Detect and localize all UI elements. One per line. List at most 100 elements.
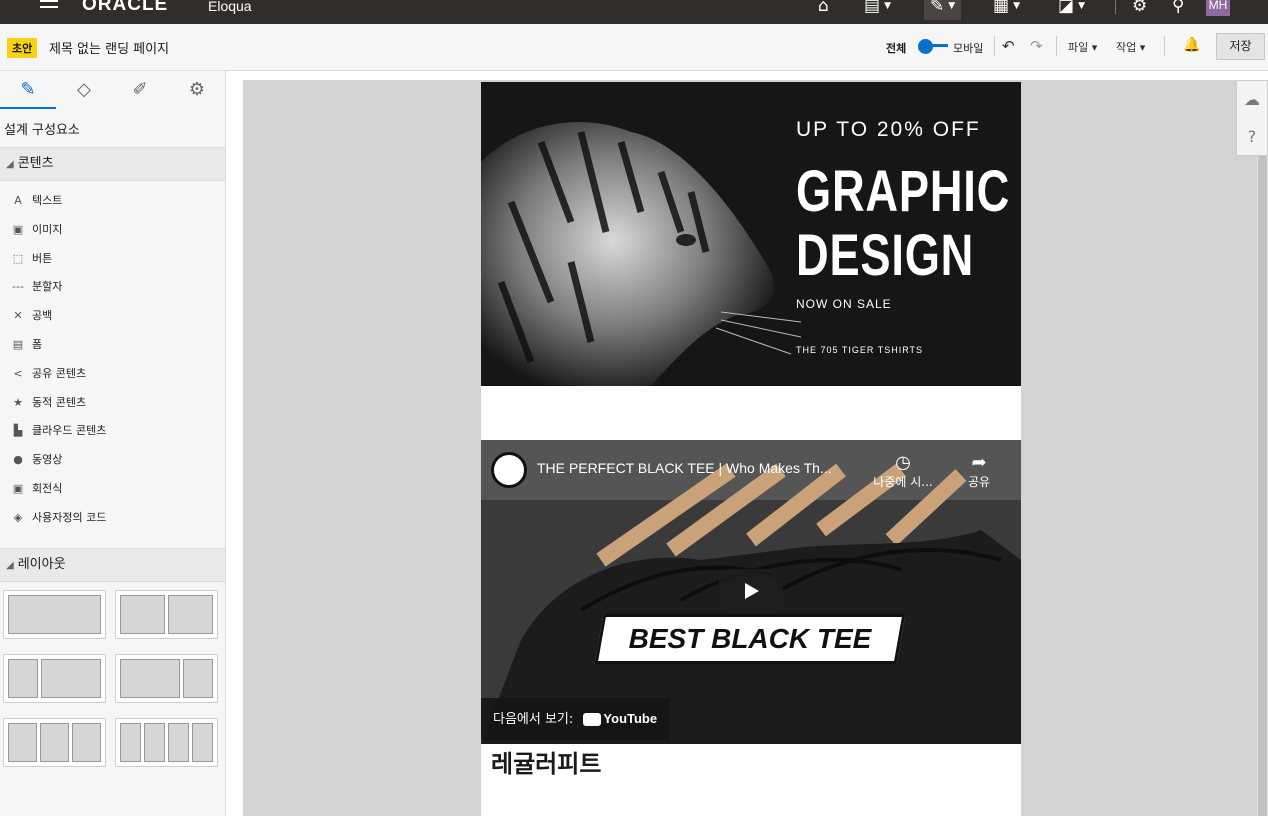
- file-menu-label: 파일: [1068, 41, 1089, 54]
- hero-subline: NOW ON SALE: [796, 297, 892, 311]
- save-button[interactable]: 저장: [1216, 33, 1265, 60]
- component-form[interactable]: ▤ 폼: [10, 335, 42, 355]
- watch-later-button[interactable]: ◷ 나중에 시...: [868, 452, 938, 490]
- home-icon[interactable]: ⌂: [818, 0, 829, 18]
- layout-section-header[interactable]: ◢ 레이아웃: [0, 548, 225, 582]
- layout-cell: [168, 595, 213, 634]
- file-menu[interactable]: 파일 ▾: [1068, 39, 1097, 55]
- play-button[interactable]: [719, 569, 783, 613]
- component-carousel[interactable]: ▣ 회전식: [10, 479, 63, 499]
- youtube-logo: YouTube: [583, 698, 657, 740]
- play-icon: [745, 583, 759, 599]
- section-heading[interactable]: 레귤러피트: [491, 744, 601, 779]
- component-cloud-doc[interactable]: ▙ 클라우드 콘텐츠: [10, 421, 107, 441]
- component-label: 동적 콘텐츠: [32, 395, 87, 409]
- share-arrow-icon: ➦: [971, 452, 987, 473]
- channel-avatar[interactable]: [491, 452, 527, 488]
- tab-cube-icon[interactable]: ◇: [56, 71, 112, 109]
- tab-gear-icon[interactable]: ⚙: [169, 71, 225, 109]
- layout-cell: [120, 659, 180, 698]
- search-icon[interactable]: ⚲: [1172, 0, 1184, 18]
- separator: [1115, 0, 1116, 14]
- layout-cell: [183, 659, 213, 698]
- component-code[interactable]: ◈ 사용자정의 코드: [10, 508, 107, 528]
- layout-cell: [8, 723, 37, 762]
- tiger-image: [481, 122, 801, 386]
- component-divider[interactable]: --- 분할자: [10, 277, 62, 297]
- layout-cell: [8, 659, 38, 698]
- insight-menu-icon[interactable]: ◪ ▼: [1058, 0, 1085, 18]
- separator: [994, 36, 995, 56]
- component-video[interactable]: ● 동영상: [10, 450, 62, 470]
- layout-wide-narrow[interactable]: [115, 654, 218, 703]
- divider-icon: ---: [12, 280, 24, 294]
- view-full-label[interactable]: 전체: [886, 40, 906, 56]
- oracle-logo: ORACLE: [82, 0, 169, 15]
- redo-icon[interactable]: ↷: [1030, 37, 1043, 55]
- hero-offer-text: UP TO 20% OFF: [796, 118, 981, 141]
- component-star[interactable]: ★ 동적 콘텐츠: [10, 393, 86, 413]
- watch-on-youtube-button[interactable]: 다음에서 보기: YouTube: [481, 698, 670, 740]
- campaigns-menu-icon[interactable]: ▤ ▼: [864, 0, 891, 18]
- contacts-menu-icon[interactable]: ▦ ▼: [993, 0, 1020, 18]
- layout-cell: [72, 723, 101, 762]
- watch-on-label: 다음에서 보기:: [493, 712, 574, 727]
- form-icon: ▤: [12, 338, 24, 351]
- layout-two-columns[interactable]: [115, 590, 218, 639]
- design-canvas[interactable]: UP TO 20% OFF GRAPHIC DESIGN NOW ON SALE…: [243, 80, 1257, 816]
- design-components-panel: ✎ ◇ ✐ ⚙ 설계 구성요소 ◢ 콘텐츠 A 텍스트 ▣ 이미지 ⬚ 버튼 --- 분할자 ✕ 공…: [0, 71, 226, 816]
- top-navigation-bar: ORACLE Eloqua ⌂ ▤ ▼ ✎ ▼ ▦ ▼ ◪ ▼ ⚙ ⚲ MH: [0, 0, 1268, 24]
- bell-icon[interactable]: 🔔: [1183, 37, 1200, 53]
- share-icon: <: [13, 366, 23, 380]
- spacer-icon: ✕: [13, 309, 23, 323]
- video-embed-block[interactable]: THE PERFECT BLACK TEE | Who Makes Th... …: [481, 440, 1021, 744]
- cloud-icon[interactable]: ☁: [1237, 81, 1267, 118]
- hero-image-block[interactable]: UP TO 20% OFF GRAPHIC DESIGN NOW ON SALE…: [481, 82, 1021, 386]
- tab-design-pencil-icon[interactable]: ✎: [0, 71, 56, 109]
- youtube-logo-text: YouTube: [603, 711, 658, 726]
- undo-icon[interactable]: ↶: [1002, 37, 1015, 55]
- view-mobile-label[interactable]: 모바일: [953, 40, 983, 56]
- layout-cell: [192, 723, 213, 762]
- help-icon[interactable]: ?: [1237, 118, 1267, 155]
- clock-icon: ◷: [895, 452, 911, 473]
- layout-narrow-wide[interactable]: [3, 654, 106, 703]
- video-icon: ●: [13, 453, 23, 467]
- carousel-icon: ▣: [12, 482, 24, 495]
- layout-one-column[interactable]: [3, 590, 106, 639]
- text-icon: A: [14, 194, 22, 207]
- layout-three-columns[interactable]: [3, 718, 106, 767]
- component-image[interactable]: ▣ 이미지: [10, 220, 63, 240]
- page-title[interactable]: 제목 없는 랜딩 페이지: [49, 38, 169, 57]
- component-label: 회전식: [32, 482, 63, 495]
- layout-cell: [120, 723, 141, 762]
- hero-tagline: THE 705 TIGER TSHIRTS: [796, 345, 924, 355]
- layout-cell: [144, 723, 165, 762]
- scrollbar-thumb[interactable]: [1258, 156, 1267, 816]
- panel-heading: 설계 구성요소: [4, 123, 80, 138]
- view-toggle[interactable]: [918, 39, 948, 54]
- layout-four-columns[interactable]: [115, 718, 218, 767]
- actions-menu[interactable]: 작업 ▾: [1116, 39, 1145, 55]
- cloud-doc-icon: ▙: [13, 424, 23, 438]
- right-utility-rail: ☁ ?: [1236, 80, 1268, 156]
- collapse-triangle-icon: ◢: [6, 159, 14, 170]
- watch-later-label: 나중에 시...: [873, 475, 933, 489]
- user-avatar[interactable]: MH: [1206, 0, 1230, 16]
- component-spacer[interactable]: ✕ 공백: [10, 306, 52, 326]
- component-button[interactable]: ⬚ 버튼: [10, 249, 52, 269]
- content-section-header[interactable]: ◢ 콘텐츠: [0, 147, 225, 181]
- separator: [1164, 36, 1165, 56]
- video-title[interactable]: THE PERFECT BLACK TEE | Who Makes Th...: [537, 460, 832, 476]
- hero-headline-line-1: GRAPHIC: [796, 159, 1011, 224]
- component-label: 클라우드 콘텐츠: [32, 424, 107, 438]
- hamburger-menu-icon[interactable]: [40, 0, 60, 14]
- component-share[interactable]: < 공유 콘텐츠: [10, 364, 86, 384]
- share-button[interactable]: ➦ 공유: [957, 452, 1001, 490]
- component-text[interactable]: A 텍스트: [10, 191, 62, 211]
- assets-menu-icon[interactable]: ✎ ▼: [924, 0, 962, 20]
- canvas-scrollbar[interactable]: [1257, 156, 1268, 816]
- tab-brush-icon[interactable]: ✐: [112, 71, 168, 109]
- gear-icon[interactable]: ⚙: [1132, 0, 1147, 18]
- landing-page-preview[interactable]: UP TO 20% OFF GRAPHIC DESIGN NOW ON SALE…: [481, 82, 1021, 816]
